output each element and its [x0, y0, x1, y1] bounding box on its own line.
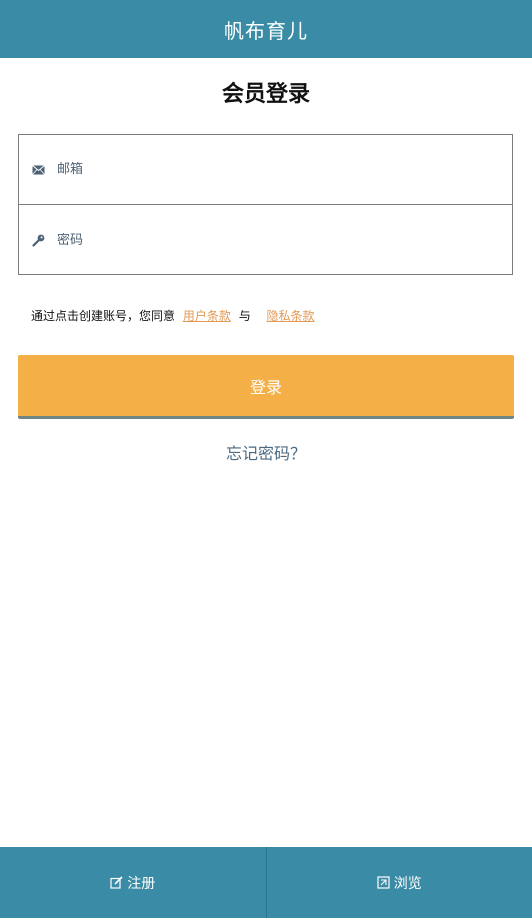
- key-icon: [31, 233, 45, 247]
- register-button[interactable]: 注册: [0, 847, 267, 918]
- password-input[interactable]: [57, 232, 457, 248]
- app-title: 帆布育儿: [224, 18, 308, 43]
- login-page: 帆布育儿 会员登录 邮箱 通过点击创建账号，您同意 用户条款 与 隐私条款 登录…: [0, 0, 532, 918]
- privacy-terms-link[interactable]: 隐私条款: [267, 309, 315, 323]
- bottom-nav: 注册 浏览: [0, 847, 532, 918]
- terms-prefix: 通过点击创建账号，您同意: [31, 309, 176, 323]
- email-input[interactable]: [57, 162, 457, 177]
- login-form: [18, 134, 513, 275]
- terms-and: 与: [238, 309, 251, 323]
- edit-icon: [110, 876, 123, 889]
- browse-icon: [377, 876, 390, 889]
- terms-notice: 通过点击创建账号，您同意 用户条款 与 隐私条款: [31, 307, 315, 324]
- email-row: [19, 135, 512, 205]
- browse-button[interactable]: 浏览: [267, 847, 532, 918]
- user-terms-link[interactable]: 用户条款: [183, 309, 231, 323]
- page-title: 会员登录: [221, 82, 310, 107]
- forgot-password-link[interactable]: 忘记密码？: [0, 440, 532, 464]
- header-bar: 帆布育儿: [0, 0, 532, 58]
- password-row: [19, 205, 512, 275]
- register-label: 注册: [127, 875, 156, 892]
- login-button[interactable]: 登录: [18, 355, 514, 419]
- envelope-icon: [31, 163, 45, 177]
- browse-label: 浏览: [393, 875, 422, 892]
